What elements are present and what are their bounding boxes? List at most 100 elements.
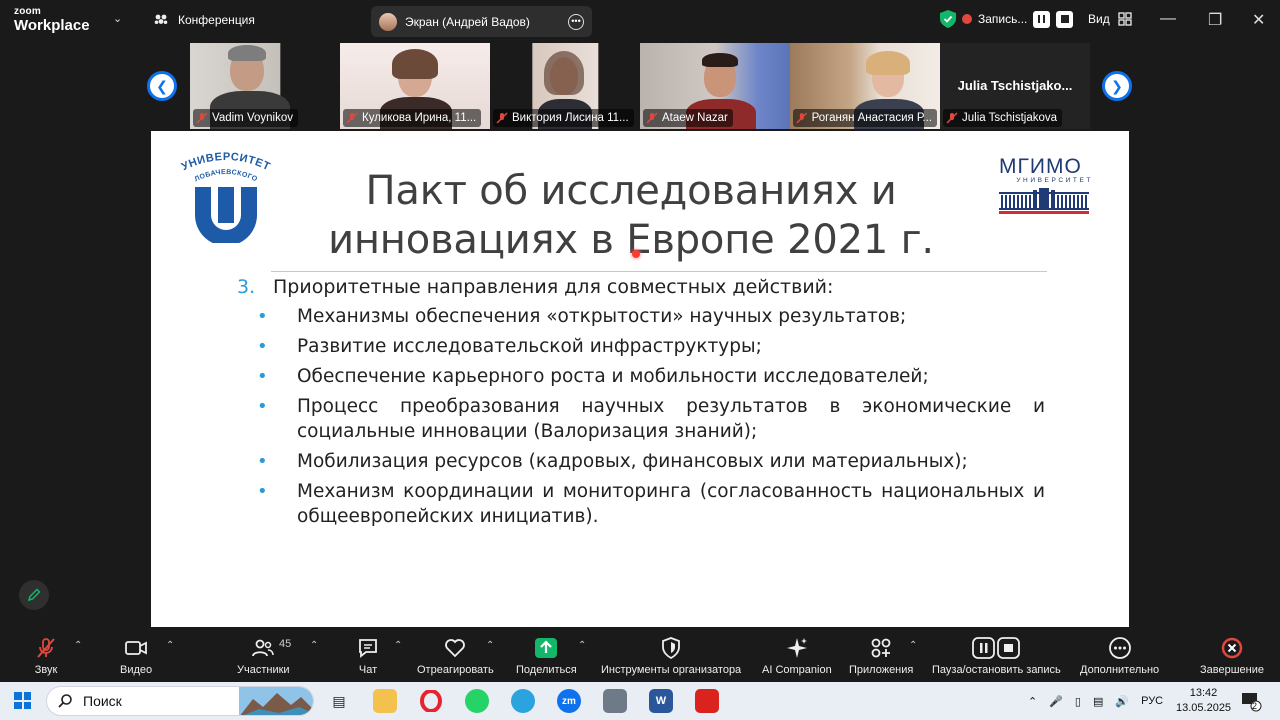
participant-tile[interactable]: Vadim Voynikov bbox=[190, 43, 340, 129]
windows-taskbar: Поиск ▤ zm W ⌃ 🎤 ▯ ▤ 🔊 РУС 13:42 13.05.2… bbox=[0, 682, 1280, 720]
view-label: Вид bbox=[1088, 12, 1110, 26]
chevron-up-icon[interactable]: ⌃ bbox=[486, 640, 494, 651]
mic-muted-icon bbox=[946, 112, 958, 124]
telegram-icon[interactable] bbox=[511, 689, 535, 713]
avatar bbox=[379, 12, 397, 31]
pen-icon bbox=[27, 588, 41, 602]
clock-date: 13.05.2025 bbox=[1176, 702, 1232, 714]
participant-strip: Vadim Voynikov Куликова Ирина, 11... Вик… bbox=[190, 43, 1090, 129]
pause-stop-icon bbox=[972, 637, 1021, 659]
zoom-app-icon[interactable]: zm bbox=[557, 689, 581, 713]
notification-icon bbox=[1242, 693, 1262, 712]
logo-text-bottom: ЛОБАЧЕВСКОГО bbox=[194, 169, 258, 183]
ai-companion-button[interactable]: AI Companion bbox=[762, 636, 832, 676]
participant-tile[interactable]: Ataew Nazar bbox=[640, 43, 790, 129]
chevron-up-icon[interactable]: ⌃ bbox=[310, 640, 318, 651]
mgimo-building-icon bbox=[999, 188, 1089, 214]
restore-icon[interactable]: ❐ bbox=[1208, 10, 1222, 30]
chevron-up-icon[interactable]: ⌃ bbox=[74, 640, 82, 651]
calculator-icon[interactable] bbox=[603, 689, 627, 713]
close-icon[interactable]: ✕ bbox=[1252, 10, 1265, 30]
participant-name: Ataew Nazar bbox=[662, 112, 728, 124]
notification-count: 2 bbox=[1252, 701, 1258, 711]
participant-name: Julia Tschistjakova bbox=[962, 112, 1058, 124]
participant-name: Роганян Анастасия Р... bbox=[811, 112, 932, 124]
ai-label: AI Companion bbox=[762, 664, 832, 676]
list-item: Обеспечение карьерного роста и мобильнос… bbox=[257, 364, 1045, 389]
sparkle-icon bbox=[786, 638, 807, 658]
audio-button[interactable]: Звук bbox=[34, 636, 58, 676]
more-icon[interactable]: ••• bbox=[568, 13, 584, 30]
microphone-icon[interactable]: 🎤 bbox=[1049, 695, 1063, 708]
slide-bullets: Механизмы обеспечения «открытости» научн… bbox=[257, 304, 1045, 529]
chevron-up-icon[interactable]: ⌃ bbox=[578, 640, 586, 651]
windows-start-button[interactable] bbox=[14, 692, 31, 709]
svg-text:ЛОБАЧЕВСКОГО: ЛОБАЧЕВСКОГО bbox=[194, 169, 259, 183]
meeting-label: Конференция bbox=[178, 13, 255, 27]
participant-tile[interactable]: Куликова Ирина, 11... bbox=[340, 43, 490, 129]
screen-share-indicator[interactable]: Экран (Андрей Вадов) ••• bbox=[371, 6, 592, 37]
notifications-button[interactable]: 2 bbox=[1240, 682, 1262, 720]
participant-name: Vadim Voynikov bbox=[212, 112, 293, 124]
participant-tile[interactable]: Julia Tschistjako... Julia Tschistjakova bbox=[940, 43, 1090, 129]
chevron-up-icon[interactable]: ⌃ bbox=[909, 640, 917, 651]
video-button[interactable]: Видео bbox=[120, 636, 152, 676]
meeting-info-button[interactable]: Конференция bbox=[152, 11, 255, 29]
mic-muted-icon bbox=[796, 112, 808, 124]
meeting-toolbar: Звук ⌃ Видео ⌃ Участники 45 ⌃ Чат ⌃ Отре… bbox=[0, 628, 1280, 682]
search-placeholder: Поиск bbox=[83, 693, 122, 709]
react-button[interactable]: Отреагировать bbox=[417, 636, 494, 676]
taskbar-search[interactable]: Поиск bbox=[46, 686, 314, 716]
pause-recording-button[interactable] bbox=[1033, 10, 1051, 28]
share-arrow-icon bbox=[535, 638, 558, 658]
taskbar-clock[interactable]: 13:42 13.05.2025 bbox=[1176, 686, 1231, 716]
chevron-down-icon[interactable]: ⌄ bbox=[113, 12, 122, 25]
word-icon[interactable]: W bbox=[649, 689, 673, 713]
share-screen-button[interactable]: Поделиться bbox=[516, 636, 577, 676]
pause-icon bbox=[1038, 15, 1046, 23]
previous-page-button[interactable]: ❮ bbox=[147, 71, 177, 101]
security-shield-icon bbox=[940, 10, 956, 28]
participant-nameplate: Роганян Анастасия Р... bbox=[793, 109, 937, 127]
stop-recording-button[interactable] bbox=[1056, 10, 1074, 28]
logo-bottom: Workplace bbox=[14, 17, 90, 34]
chevron-up-icon[interactable]: ⌃ bbox=[1028, 695, 1037, 708]
pdf-reader-icon[interactable] bbox=[695, 689, 719, 713]
mic-muted-icon bbox=[37, 638, 55, 658]
lead-text: Приоритетные направления для совместных … bbox=[273, 275, 834, 298]
pause-stop-recording-button[interactable]: Пауза/остановить запись bbox=[932, 636, 1061, 676]
language-indicator[interactable]: РУС bbox=[1141, 695, 1163, 707]
list-item: Механизм координации и мониторинга (согл… bbox=[257, 479, 1045, 529]
network-icon[interactable]: ▤ bbox=[1093, 695, 1103, 708]
chat-button[interactable]: Чат bbox=[356, 636, 380, 676]
whatsapp-icon[interactable] bbox=[465, 689, 489, 713]
battery-icon[interactable]: ▯ bbox=[1075, 695, 1081, 708]
minimize-icon[interactable]: — bbox=[1160, 10, 1176, 28]
search-highlight-image bbox=[239, 687, 313, 715]
participant-nameplate: Julia Tschistjakova bbox=[943, 109, 1063, 127]
search-icon bbox=[58, 694, 72, 708]
mic-muted-icon bbox=[346, 112, 358, 124]
react-label: Отреагировать bbox=[417, 664, 494, 676]
volume-icon[interactable]: 🔊 bbox=[1115, 695, 1129, 708]
apps-button[interactable]: Приложения bbox=[849, 636, 913, 676]
end-meeting-button[interactable]: Завершение bbox=[1200, 636, 1264, 676]
participants-label: Участники bbox=[237, 664, 290, 676]
slide-content: 3. Приоритетные направления для совместн… bbox=[237, 274, 1045, 529]
file-explorer-icon[interactable] bbox=[373, 689, 397, 713]
next-page-button[interactable]: ❯ bbox=[1102, 71, 1132, 101]
mgimo-logo: МГИМО УНИВЕРСИТЕТ bbox=[999, 155, 1093, 216]
logo-top: zoom bbox=[14, 6, 41, 17]
participant-tile[interactable]: Виктория Лисина 11... bbox=[490, 43, 640, 129]
task-view-icon[interactable]: ▤ bbox=[327, 689, 351, 713]
annotate-pen-button[interactable] bbox=[19, 580, 49, 610]
chevron-up-icon[interactable]: ⌃ bbox=[166, 640, 174, 651]
opera-icon[interactable] bbox=[419, 689, 443, 713]
view-button[interactable]: Вид bbox=[1088, 12, 1132, 26]
chevron-up-icon[interactable]: ⌃ bbox=[394, 640, 402, 651]
participant-tile[interactable]: Роганян Анастасия Р... bbox=[790, 43, 940, 129]
more-button[interactable]: Дополнительно bbox=[1080, 636, 1159, 676]
participant-nameplate: Куликова Ирина, 11... bbox=[343, 109, 482, 127]
mic-muted-icon bbox=[646, 112, 658, 124]
host-tools-button[interactable]: Инструменты организатора bbox=[601, 636, 741, 676]
